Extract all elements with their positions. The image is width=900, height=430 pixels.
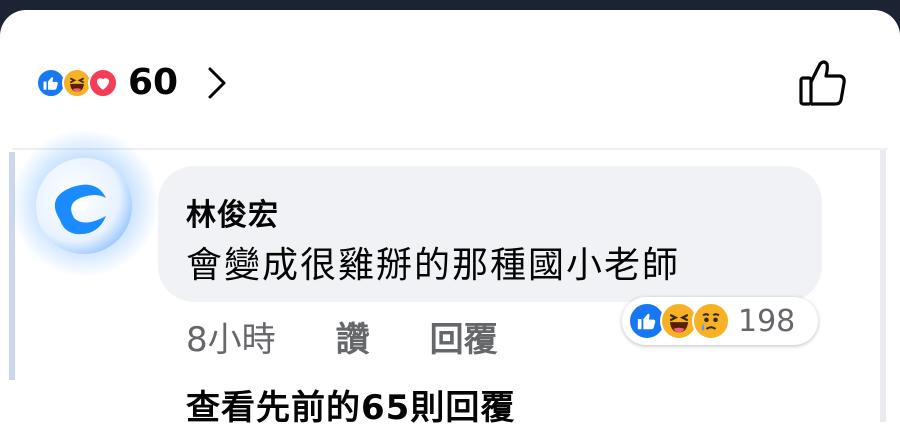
avatar[interactable]: [10, 128, 160, 278]
chevron-right-icon[interactable]: [206, 66, 228, 100]
comment-text: 會變成很雞掰的那種國小老師: [186, 245, 681, 286]
reply-button[interactable]: 回覆: [430, 312, 498, 361]
thumbs-up-outline-icon[interactable]: [798, 56, 850, 112]
avatar-image: [36, 158, 132, 254]
scroll-edge: [880, 150, 886, 422]
divider: [12, 148, 888, 150]
comment-reactions[interactable]: 198: [622, 297, 818, 345]
love-icon: [88, 68, 118, 98]
like-button[interactable]: 讚: [336, 312, 370, 361]
comment-actions: 8小時 讚 回覆: [186, 312, 498, 360]
comment-time[interactable]: 8小時: [186, 312, 276, 361]
comment-bubble[interactable]: 林俊宏 會變成很雞掰的那種國小老師: [158, 166, 822, 302]
reactions-summary[interactable]: 60: [36, 58, 228, 108]
comment-reaction-count: 198: [738, 303, 796, 339]
reaction-count: 60: [128, 62, 179, 103]
comment-author[interactable]: 林俊宏: [186, 190, 279, 234]
sad-icon: [692, 302, 730, 340]
